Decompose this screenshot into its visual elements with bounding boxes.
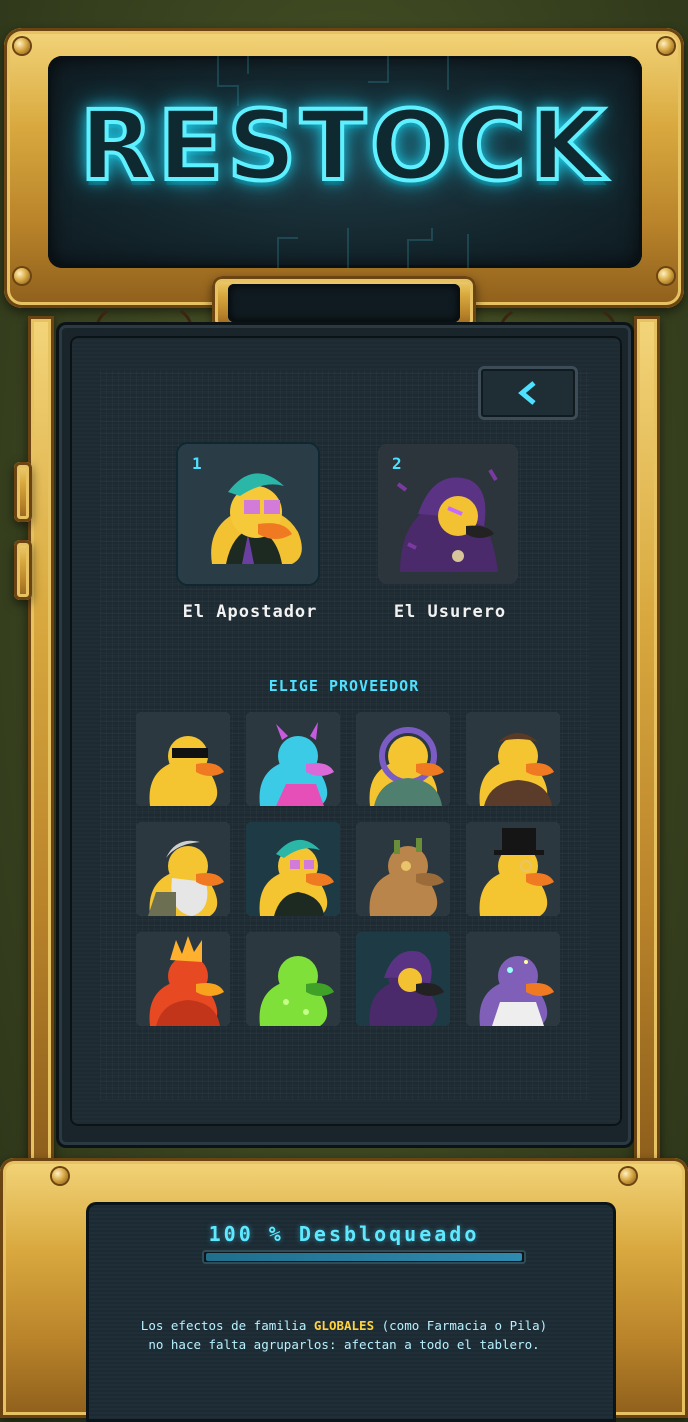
- provider-tile-galaxy-duck[interactable]: [466, 932, 560, 1026]
- featured-provider-2[interactable]: 2: [378, 444, 518, 584]
- gambler-duck-avatar: [246, 822, 340, 916]
- aviator-duck-avatar: [466, 712, 560, 806]
- provider-tile-top-hat-duck[interactable]: [466, 822, 560, 916]
- tip-text: Los efectos de familia GLOBALES (como Fa…: [110, 1316, 578, 1354]
- left-rail: [28, 316, 54, 1164]
- page-title: RESTOCK: [78, 90, 609, 202]
- tip-keyword: GLOBALES: [313, 1318, 375, 1333]
- steampunk-duck-avatar: [356, 822, 450, 916]
- featured-provider-1[interactable]: 1: [178, 444, 318, 584]
- rivet: [620, 1168, 636, 1184]
- tip-line-2: no hace falta agruparlos: afectan a todo…: [148, 1337, 540, 1352]
- provider-tile-fire-duck[interactable]: [136, 932, 230, 1026]
- tip-part: (como Farmacia o Pila): [374, 1318, 548, 1333]
- rivet: [14, 38, 30, 54]
- fire-duck-avatar: [136, 932, 230, 1026]
- provider-tile-gambler-duck[interactable]: [246, 822, 340, 916]
- back-button[interactable]: [478, 366, 578, 420]
- provider-tile-sunglasses-duck[interactable]: [136, 712, 230, 806]
- hooded-duck-avatar: [356, 932, 450, 1026]
- provider-number: 2: [392, 454, 402, 473]
- astronaut-duck-avatar: [356, 712, 450, 806]
- rivet: [658, 38, 674, 54]
- chevron-left-icon: [518, 381, 536, 405]
- slime-duck-avatar: [246, 932, 340, 1026]
- provider-tile-slime-duck[interactable]: [246, 932, 340, 1026]
- bearded-duck-avatar: [136, 822, 230, 916]
- rivet: [658, 268, 674, 284]
- top-hat-duck-avatar: [466, 822, 560, 916]
- provider-number: 1: [192, 454, 202, 473]
- horned-neon-duck-avatar: [246, 712, 340, 806]
- unlock-progress-fill: [206, 1253, 522, 1261]
- coin-slot: [228, 284, 460, 322]
- section-title: ELIGE PROVEEDOR: [268, 677, 420, 695]
- provider-tile-horned-neon-duck[interactable]: [246, 712, 340, 806]
- rivet: [14, 268, 30, 284]
- featured-provider-name: El Apostador: [182, 602, 318, 622]
- provider-tile-steampunk-duck[interactable]: [356, 822, 450, 916]
- right-rail: [634, 316, 660, 1164]
- provider-tile-bearded-duck[interactable]: [136, 822, 230, 916]
- provider-tile-aviator-duck[interactable]: [466, 712, 560, 806]
- provider-tile-hooded-duck[interactable]: [356, 932, 450, 1026]
- side-tab: [14, 540, 32, 600]
- sunglasses-duck-avatar: [136, 712, 230, 806]
- featured-provider-name: El Usurero: [393, 602, 507, 622]
- side-tab: [14, 462, 32, 522]
- provider-tile-astronaut-duck[interactable]: [356, 712, 450, 806]
- tip-part: Los efectos de familia: [140, 1318, 314, 1333]
- galaxy-duck-avatar: [466, 932, 560, 1026]
- rivet: [52, 1168, 68, 1184]
- unlock-status: 100 % Desbloqueado: [208, 1222, 480, 1246]
